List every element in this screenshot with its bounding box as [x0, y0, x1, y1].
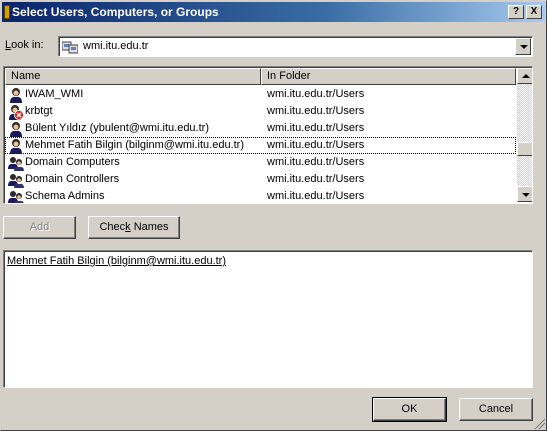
select-users-dialog: Select Users, Computers, or Groups ? X L…	[0, 0, 547, 431]
list-row[interactable]: Bülent Yıldız (ybulent@wmi.itu.edu.tr) w…	[5, 120, 516, 137]
row-name: Domain Controllers	[25, 173, 120, 185]
add-button[interactable]: Add	[3, 216, 76, 239]
column-header-in-folder[interactable]: In Folder	[261, 68, 516, 85]
row-name: Mehmet Fatih Bilgin (bilginm@wmi.itu.edu…	[25, 139, 245, 151]
look-in-value: wmi.itu.edu.tr	[83, 40, 149, 52]
group-icon	[8, 157, 24, 171]
title-bar[interactable]: Select Users, Computers, or Groups ? X	[2, 2, 545, 22]
user-icon	[10, 139, 22, 154]
list-row[interactable]: krbtgt wmi.itu.edu.tr/Users	[5, 103, 516, 120]
list-header: Name In Folder	[5, 68, 516, 85]
user-icon	[10, 122, 22, 137]
cancel-button[interactable]: Cancel	[459, 398, 533, 421]
results-list[interactable]: Name In Folder IWAM_WMI wmi.itu.edu.tr/U…	[3, 66, 533, 204]
list-row[interactable]: Schema Admins wmi.itu.edu.tr/Users	[5, 188, 516, 203]
system-menu-icon[interactable]	[4, 5, 10, 19]
selected-entry[interactable]: Mehmet Fatih Bilgin (bilginm@wmi.itu.edu…	[7, 255, 226, 267]
row-folder: wmi.itu.edu.tr/Users	[267, 105, 365, 117]
look-in-combobox[interactable]: wmi.itu.edu.tr	[58, 36, 533, 57]
scroll-up-button[interactable]	[517, 68, 532, 84]
disabled-user-icon	[9, 105, 24, 120]
row-name: Bülent Yıldız (ybulent@wmi.itu.edu.tr)	[25, 122, 209, 134]
row-folder: wmi.itu.edu.tr/Users	[267, 156, 365, 168]
scroll-down-button[interactable]	[517, 186, 532, 202]
row-folder: wmi.itu.edu.tr/Users	[267, 88, 365, 100]
check-names-post: Names	[130, 221, 169, 233]
add-button-label: Add	[29, 221, 50, 233]
list-row[interactable]: IWAM_WMI wmi.itu.edu.tr/Users	[5, 86, 516, 103]
list-row[interactable]: Domain Computers wmi.itu.edu.tr/Users	[5, 154, 516, 171]
row-folder: wmi.itu.edu.tr/Users	[267, 122, 365, 134]
row-name: krbtgt	[25, 105, 53, 117]
row-folder: wmi.itu.edu.tr/Users	[267, 139, 365, 151]
column-header-name[interactable]: Name	[5, 68, 261, 85]
domain-folder-icon	[62, 41, 78, 54]
group-icon	[8, 191, 24, 203]
cancel-button-label: Cancel	[478, 403, 514, 415]
list-row[interactable]: Domain Controllers wmi.itu.edu.tr/Users	[5, 171, 516, 188]
scroll-thumb[interactable]	[517, 142, 532, 156]
list-row-focused[interactable]: Mehmet Fatih Bilgin (bilginm@wmi.itu.edu…	[5, 137, 516, 154]
ok-button[interactable]: OK	[372, 397, 447, 422]
chevron-down-icon	[520, 45, 528, 49]
ok-button-label: OK	[401, 403, 418, 415]
look-in-label-text: ook in:	[11, 39, 44, 51]
user-icon	[10, 88, 22, 103]
row-folder: wmi.itu.edu.tr/Users	[267, 173, 365, 185]
row-name: Domain Computers	[25, 156, 120, 168]
list-vertical-scrollbar[interactable]	[517, 68, 532, 202]
resize-grip-icon[interactable]	[533, 417, 545, 429]
row-folder: wmi.itu.edu.tr/Users	[267, 190, 365, 202]
selected-objects-box[interactable]: Mehmet Fatih Bilgin (bilginm@wmi.itu.edu…	[3, 250, 533, 388]
list-rows: IWAM_WMI wmi.itu.edu.tr/Users krbtgt wmi…	[5, 86, 516, 203]
chevron-down-icon	[522, 193, 530, 197]
look-in-label: Look in:	[5, 39, 44, 51]
group-icon	[8, 174, 24, 188]
row-name: IWAM_WMI	[25, 88, 84, 100]
close-button[interactable]: X	[526, 5, 542, 19]
row-name: Schema Admins	[25, 190, 105, 202]
dialog-title: Select Users, Computers, or Groups	[12, 5, 219, 19]
look-in-dropdown-button[interactable]	[515, 38, 531, 55]
chevron-up-icon	[522, 74, 530, 78]
help-button[interactable]: ?	[508, 5, 524, 19]
check-names-button[interactable]: Check Names	[88, 216, 180, 239]
check-names-pre: Chec	[99, 221, 126, 233]
